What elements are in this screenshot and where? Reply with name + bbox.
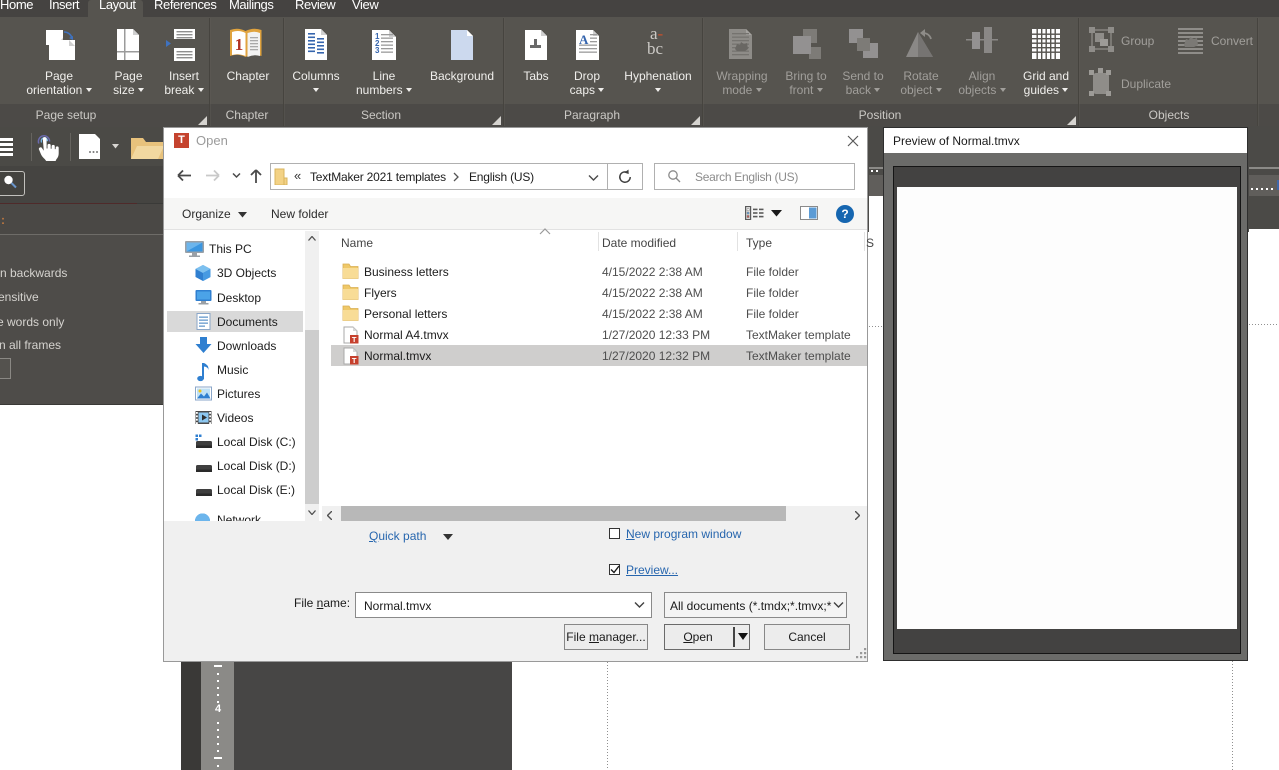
svg-text:3: 3 [375,46,380,55]
svg-text:T: T [352,335,357,344]
svg-text:1: 1 [235,35,244,54]
svg-text:4: 4 [215,703,222,715]
svg-text:T: T [352,356,357,365]
svg-text:bc: bc [647,39,664,58]
